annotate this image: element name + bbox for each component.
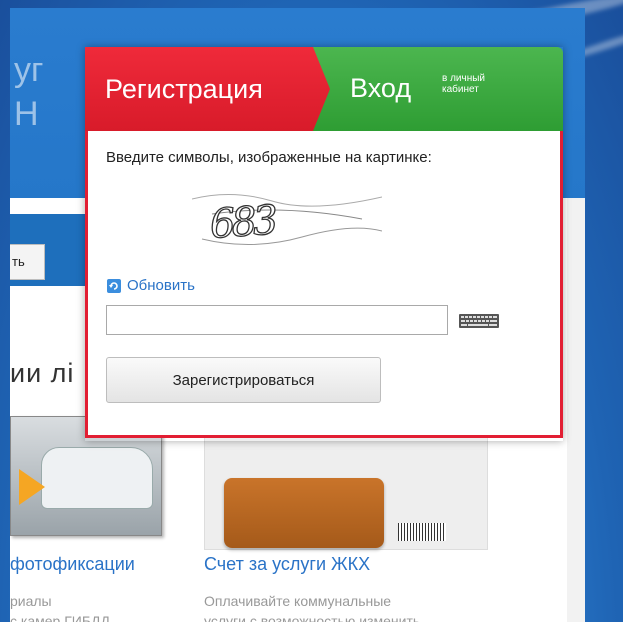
captcha-input[interactable] (106, 305, 448, 335)
card-desc-line: с камер ГИБДД (10, 613, 110, 622)
captcha-text: 683 (208, 197, 278, 248)
section-title: ии лі (10, 358, 75, 388)
car-icon (41, 447, 153, 509)
tab-register[interactable]: Регистрация (85, 47, 330, 131)
modal-body: Введите символы, изображенные на картинк… (85, 131, 563, 438)
refresh-link[interactable]: Обновить (127, 277, 195, 294)
keyboard-icon[interactable] (459, 314, 499, 328)
register-button[interactable]: Зарегистрироваться (106, 357, 381, 403)
captcha-image: 683 (192, 194, 382, 249)
search-button[interactable]: ть (10, 244, 45, 280)
modal-header: Вход в личный кабинет Регистрация (85, 47, 563, 131)
card-desc-line: услуги с возможностью изменить (204, 613, 421, 622)
header-logo-line: Н (14, 95, 39, 133)
wallet-icon (224, 478, 384, 548)
header-logo-line: уг (14, 51, 44, 89)
barcode-icon (398, 523, 446, 541)
tab-login-subtitle-line: в личный (442, 73, 486, 84)
registration-modal: Вход в личный кабинет Регистрация Введит… (85, 47, 563, 441)
card-title-photofixation[interactable]: фотофиксации (10, 554, 135, 575)
card-desc-line: Оплачивайте коммунальные (204, 593, 392, 609)
tab-login-subtitle-line: кабинет (442, 84, 479, 95)
card-desc-utilities: Оплачивайте коммунальные услуги с возмож… (204, 591, 484, 622)
tab-login-label: Вход (350, 73, 412, 103)
card-desc-photofixation: риалы с камер ГИБДД (10, 591, 110, 622)
tab-login[interactable]: Вход в личный кабинет (310, 47, 563, 131)
header-logo: уг Н (14, 48, 43, 136)
captcha-prompt: Введите символы, изображенные на картинк… (106, 149, 432, 166)
tab-login-subtitle: в личный кабинет (442, 73, 485, 95)
right-pane (567, 198, 585, 622)
card-title-utilities[interactable]: Счет за услуги ЖКХ (204, 554, 370, 575)
refresh-icon[interactable] (107, 279, 121, 293)
card-desc-line: риалы (10, 593, 52, 609)
arrow-icon (19, 469, 45, 505)
